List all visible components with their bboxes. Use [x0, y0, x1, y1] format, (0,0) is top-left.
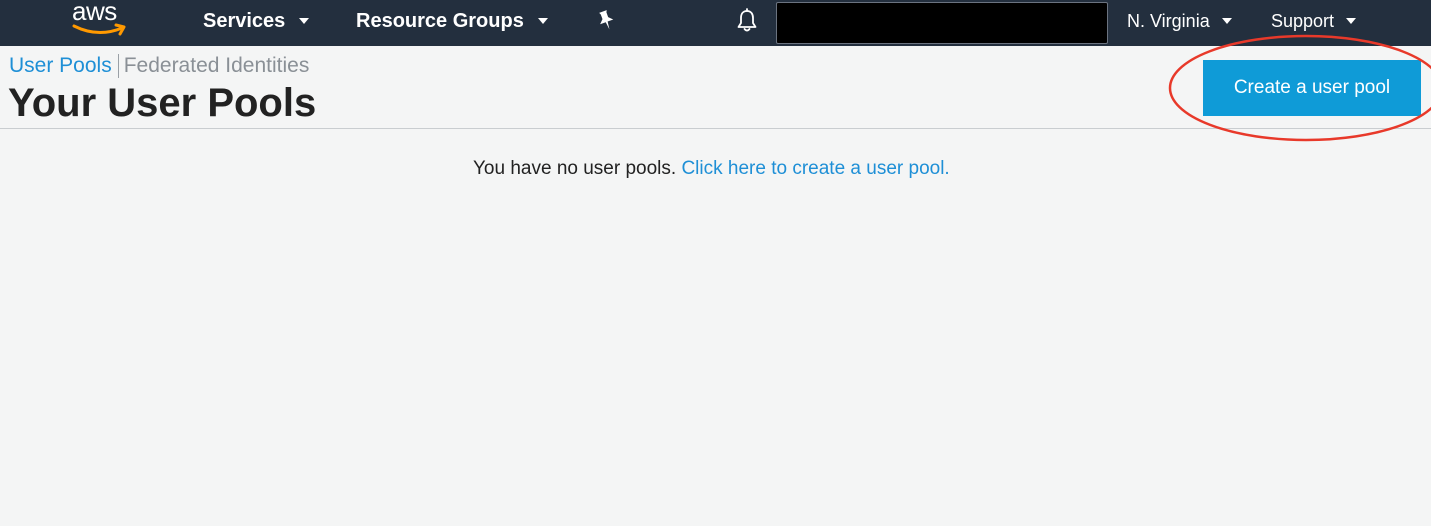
- aws-logo[interactable]: aws: [70, 0, 132, 40]
- chevron-down-icon: [1221, 18, 1232, 24]
- tab-divider: [117, 54, 119, 78]
- pool-type-tabs: User Pools Federated Identities: [9, 53, 309, 79]
- create-user-pool-link[interactable]: Click here to create a user pool.: [681, 158, 949, 179]
- create-user-pool-button[interactable]: Create a user pool: [1203, 60, 1421, 116]
- bell-icon[interactable]: [735, 8, 759, 34]
- account-menu-redacted[interactable]: [776, 2, 1108, 44]
- tab-federated-identities[interactable]: Federated Identities: [124, 54, 310, 78]
- aws-smile-icon: [72, 23, 126, 36]
- empty-state-message: You have no user pools.: [473, 158, 682, 179]
- tab-user-pools[interactable]: User Pools: [9, 54, 112, 78]
- top-navigation-bar: aws Services Resource Groups N. Virginia…: [0, 0, 1431, 46]
- pin-icon[interactable]: [596, 9, 616, 31]
- support-menu[interactable]: Support: [1271, 0, 1357, 42]
- chevron-down-icon: [299, 18, 310, 24]
- region-selector[interactable]: N. Virginia: [1127, 0, 1232, 42]
- resource-groups-menu-label: Resource Groups: [356, 9, 524, 32]
- chevron-down-icon: [1346, 18, 1357, 24]
- resource-groups-menu[interactable]: Resource Groups: [356, 0, 548, 42]
- services-menu[interactable]: Services: [203, 0, 310, 42]
- support-label: Support: [1271, 10, 1335, 31]
- page-title: Your User Pools: [8, 81, 317, 125]
- services-menu-label: Services: [203, 9, 286, 32]
- page-header: User Pools Federated Identities Your Use…: [0, 46, 1431, 129]
- region-label: N. Virginia: [1127, 10, 1210, 31]
- chevron-down-icon: [537, 18, 548, 24]
